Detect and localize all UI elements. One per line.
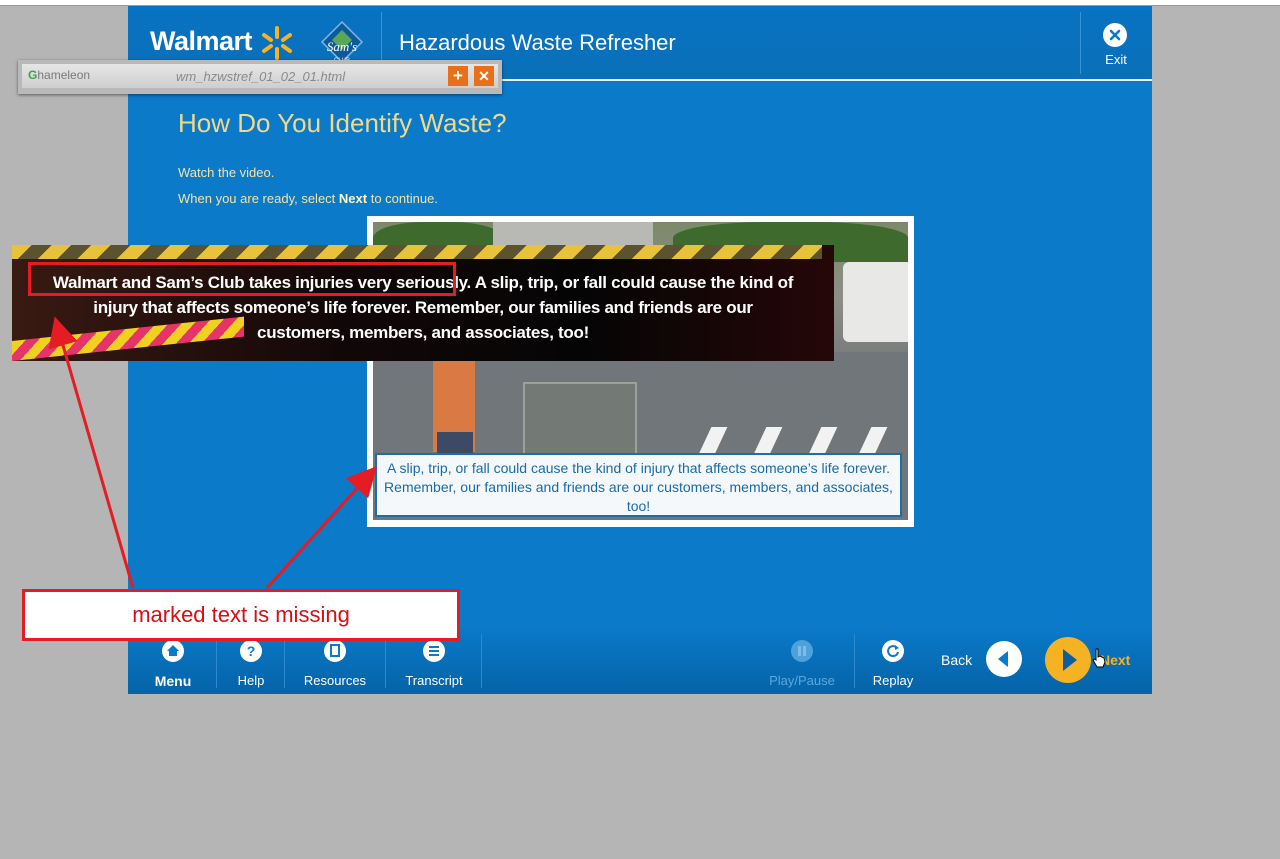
instruction-text: When you are ready, select xyxy=(178,191,339,206)
replay-label: Replay xyxy=(872,673,914,688)
back-label[interactable]: Back xyxy=(941,652,972,668)
hazard-stripe xyxy=(12,245,822,259)
instruction-continue: When you are ready, select Next to conti… xyxy=(178,191,438,206)
walmart-spark-icon xyxy=(262,26,292,60)
help-label: Help xyxy=(237,673,265,688)
close-icon xyxy=(1103,23,1127,47)
play-pause-button[interactable]: Play/Pause xyxy=(762,626,842,694)
instruction-next-word: Next xyxy=(338,191,368,206)
home-icon xyxy=(162,640,184,662)
chameleon-logo: Ghameleon xyxy=(28,68,90,82)
instruction-text: to continue. xyxy=(367,191,438,206)
page-title: How Do You Identify Waste? xyxy=(178,108,507,138)
arrow-left-icon xyxy=(998,651,1008,667)
annotation-highlight-box xyxy=(28,262,456,296)
back-button[interactable] xyxy=(986,641,1022,677)
video-caption: A slip, trip, or fall could cause the ki… xyxy=(375,453,902,517)
hand-cursor-icon xyxy=(1092,648,1106,668)
pause-icon xyxy=(791,640,813,662)
arrow-right-icon xyxy=(1063,649,1077,671)
annotation-note: marked text is missing xyxy=(22,589,460,641)
svg-text:?: ? xyxy=(247,643,256,659)
overlay-line-2: injury that affects someone’s life forev… xyxy=(93,298,753,317)
annotation-arrow-to-overlay xyxy=(48,316,135,589)
overlay-line-1-rest: A slip, trip, or fall could cause the ki… xyxy=(470,273,794,292)
next-button[interactable] xyxy=(1045,637,1091,683)
menu-label: Menu xyxy=(154,673,192,689)
document-icon xyxy=(324,640,346,662)
exit-label: Exit xyxy=(1105,52,1127,67)
list-icon xyxy=(423,640,445,662)
play-pause-label: Play/Pause xyxy=(769,673,835,688)
svg-text:Sam's: Sam's xyxy=(327,39,357,54)
video-scene-cart xyxy=(523,382,637,456)
overlay-line-3: customers, members, and associates, too! xyxy=(257,323,589,342)
chameleon-logo-icon: G xyxy=(28,68,38,82)
chameleon-filename: wm_hzwstref_01_02_01.html xyxy=(176,69,346,84)
toolbar-divider xyxy=(385,634,386,688)
toolbar-divider xyxy=(854,634,855,688)
toolbar-divider xyxy=(284,634,285,688)
replay-icon xyxy=(882,640,904,662)
question-icon: ? xyxy=(240,640,262,662)
toolbar-divider xyxy=(216,634,217,688)
chameleon-toolbar: Ghameleon wm_hzwstref_01_02_01.html + ✕ xyxy=(18,60,502,94)
transcript-label: Transcript xyxy=(405,673,463,688)
close-icon[interactable]: ✕ xyxy=(474,66,494,86)
instruction-watch: Watch the video. xyxy=(178,165,275,180)
resources-label: Resources xyxy=(303,673,367,688)
add-icon[interactable]: + xyxy=(448,66,468,86)
chameleon-toolbar-inner: Ghameleon wm_hzwstref_01_02_01.html + ✕ xyxy=(22,64,498,88)
toolbar-divider xyxy=(481,634,482,688)
replay-button[interactable]: Replay xyxy=(866,626,920,694)
exit-button[interactable]: Exit xyxy=(1080,6,1152,79)
video-scene-truck xyxy=(843,262,908,342)
chameleon-logo-text: hameleon xyxy=(37,68,91,82)
course-title: Hazardous Waste Refresher xyxy=(399,30,676,55)
walmart-logo: Walmart xyxy=(150,26,253,56)
